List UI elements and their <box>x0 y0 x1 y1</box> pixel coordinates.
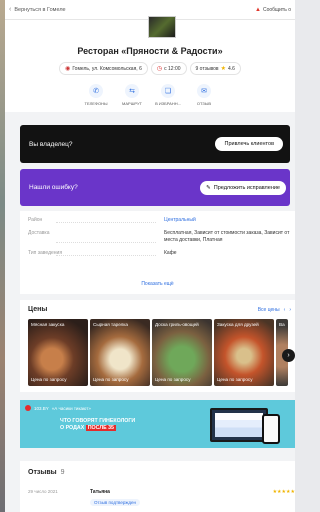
review-date: 29 число 2021 <box>28 489 58 494</box>
ad-headline-2: О РОДАХ ПОСЛЕ 35 <box>60 425 116 431</box>
address-text: Гомель, ул. Комсомольская, 6 <box>72 65 142 72</box>
chevron-left-icon: ‹ <box>9 6 12 13</box>
suggest-fix-button[interactable]: ✎ Предложить исправление <box>200 180 286 195</box>
verified-badge: Отзыв подтвержден <box>90 499 140 506</box>
show-more-link[interactable]: Показать ещё <box>20 281 295 287</box>
pencil-icon: ✎ <box>206 184 211 191</box>
info-block: Район Центральный Доставка Бесплатная, З… <box>20 211 295 294</box>
brand-logo-icon <box>25 405 31 411</box>
hours-text: с 12:00 <box>164 65 181 72</box>
action-review[interactable]: ✉ ОТЗЫВ <box>189 84 219 106</box>
mistake-question: Нашли ошибку? <box>29 184 78 191</box>
tile-name: Сырная тарелка <box>93 322 128 327</box>
price-tile[interactable]: Сырная тарелка Цена по запросу <box>90 319 150 386</box>
action-label: В ИЗБРАНН... <box>155 101 181 106</box>
rating-text: 4.6 <box>227 65 235 72</box>
all-prices-label: Все цены <box>257 306 280 313</box>
mistake-card: Нашли ошибку? ✎ Предложить исправление <box>20 169 290 206</box>
info-key: Район <box>28 217 164 224</box>
report-label: Сообщить о <box>262 6 291 13</box>
chevron-left-icon[interactable]: ‹ <box>284 307 286 313</box>
phone-icon: ✆ <box>89 84 103 98</box>
action-route[interactable]: ⇆ МАРШРУТ <box>117 84 147 106</box>
brand-name: 103.BY <box>34 405 49 411</box>
price-tiles: Мясная закуска Цена по запросу Сырная та… <box>28 319 295 386</box>
chevron-right-icon[interactable]: › <box>289 307 291 313</box>
reviews-title: Отзывы <box>28 469 57 476</box>
info-key: Тип заведения <box>28 250 164 257</box>
ad-headline-2-text: О РОДАХ <box>60 425 85 431</box>
prices-title: Цены <box>28 306 48 313</box>
restaurant-header: Ресторан «Пряности & Радости» ◉ Гомель, … <box>5 16 295 112</box>
phone-illustration <box>262 414 280 444</box>
info-key: Доставка <box>28 230 164 244</box>
action-favorites[interactable]: ❏ В ИЗБРАНН... <box>153 84 183 106</box>
ad-banner[interactable]: 103.BY «А часики тикают» ЧТО ГОВОРЯТ ГИН… <box>20 400 295 448</box>
owner-card: Вы владелец? Привлечь клиентов <box>20 125 290 163</box>
info-row: Район Центральный <box>28 217 290 224</box>
price-tile[interactable]: Мясная закуска Цена по запросу <box>28 319 88 386</box>
tile-name: Закуска для друзей <box>217 322 259 327</box>
tile-price: Цена по запросу <box>93 377 129 382</box>
clock-icon: ◷ <box>156 66 163 72</box>
warning-icon: ▲ <box>255 6 261 13</box>
restaurant-logo <box>148 16 176 38</box>
price-tile[interactable]: Доска гриль-овощей Цена по запросу <box>152 319 212 386</box>
attract-clients-button[interactable]: Привлечь клиентов <box>215 137 283 151</box>
tile-price: Цена по запросу <box>155 377 191 382</box>
back-label: Вернуться в Гомеле <box>14 6 66 13</box>
suggest-fix-label: Предложить исправление <box>213 184 280 191</box>
tile-price: Цена по запросу <box>31 377 67 382</box>
tile-price: Цена по запросу <box>217 377 253 382</box>
page: ‹ Вернуться в Гомеле ▲ Сообщить о Рестор… <box>5 0 295 512</box>
district-link[interactable]: Центральный <box>164 217 290 224</box>
prices-section: Цены Все цены ‹ › Мясная закуска Цена по… <box>20 300 295 392</box>
ad-headline-tag: ПОСЛЕ 35 <box>85 425 116 431</box>
ad-brand: 103.BY «А часики тикают» <box>25 405 91 411</box>
laptop-illustration <box>210 408 268 442</box>
action-label: МАРШРУТ <box>122 101 142 106</box>
route-icon: ⇆ <box>125 84 139 98</box>
action-bar: ✆ ТЕЛЕФОНЫ ⇆ МАРШРУТ ❏ В ИЗБРАНН... ✉ ОТ… <box>5 84 295 106</box>
hours-chip[interactable]: ◷ с 12:00 <box>150 62 187 75</box>
info-chips: ◉ Гомель, ул. Комсомольская, 6 ◷ с 12:00… <box>5 62 295 75</box>
price-tile[interactable]: Закуска для друзей Цена по запросу <box>214 319 274 386</box>
info-row: Тип заведения Кафе <box>28 250 290 257</box>
owner-question: Вы владелец? <box>29 140 73 148</box>
all-prices-link[interactable]: Все цены ‹ › <box>258 307 291 313</box>
reviews-count-text: 9 отзывов <box>195 65 219 72</box>
back-link[interactable]: ‹ Вернуться в Гомеле <box>9 6 66 13</box>
info-value: Кафе <box>164 250 177 256</box>
action-label: ТЕЛЕФОНЫ <box>84 101 108 106</box>
info-value: Бесплатная, Зависит от стоимости заказа,… <box>164 230 290 243</box>
reviews-heading: Отзывы 9 <box>28 469 295 476</box>
reviewer-name: Татьяна <box>90 489 110 495</box>
tile-name: Доска гриль-овощей <box>155 322 199 327</box>
reviews-count: 9 <box>60 469 65 476</box>
report-link[interactable]: ▲ Сообщить о <box>255 7 291 13</box>
info-row: Доставка Бесплатная, Зависит от стоимост… <box>28 230 290 244</box>
reviews-rating-chip[interactable]: 9 отзывов ★ 4.6 <box>189 62 241 75</box>
star-icon: ★ <box>220 66 226 72</box>
map-pin-icon: ◉ <box>65 66 71 72</box>
bookmark-icon: ❏ <box>161 84 175 98</box>
ad-headline-1: ЧТО ГОВОРЯТ ГИНЕКОЛОГИ <box>60 418 136 424</box>
prices-header: Цены Все цены ‹ › <box>28 306 295 313</box>
address-chip[interactable]: ◉ Гомель, ул. Комсомольская, 6 <box>59 62 148 75</box>
tile-name: Ва <box>279 322 285 327</box>
reviews-section: Отзывы 9 29 число 2021 Татьяна Отзыв под… <box>20 461 295 512</box>
comment-icon: ✉ <box>197 84 211 98</box>
brand-tagline: «А часики тикают» <box>51 405 91 411</box>
action-phones[interactable]: ✆ ТЕЛЕФОНЫ <box>81 84 111 106</box>
tile-name: Мясная закуска <box>31 322 65 327</box>
next-arrow-icon[interactable]: › <box>282 349 295 362</box>
action-label: ОТЗЫВ <box>196 101 212 106</box>
review-stars: ★★★★★ <box>272 489 295 495</box>
